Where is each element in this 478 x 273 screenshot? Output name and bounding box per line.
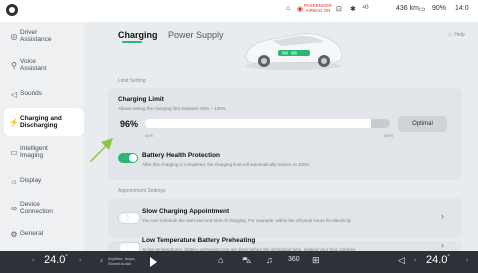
- optimal-button[interactable]: Optimal: [398, 116, 447, 132]
- sidebar-item-general[interactable]: ⚙ General: [0, 220, 84, 248]
- tab-charging[interactable]: Charging: [118, 30, 158, 40]
- temp-decrease-left-icon[interactable]: ‹: [32, 257, 34, 264]
- media-info[interactable]: Anytime, Anyw... Stored Audio: [108, 256, 137, 266]
- low-temp-preheating-title: Low Temperature Battery Preheating: [142, 237, 256, 244]
- home-icon[interactable]: ⌂: [218, 255, 223, 265]
- brand-logo-icon: [6, 4, 18, 16]
- screen: ⌂ ◉ PASSENGER AIRBAG ON ⊡ ✱ ⁴ᴳ 436 km ▭ …: [0, 0, 478, 273]
- car-illustration: [245, 33, 343, 70]
- sidebar-item-device-connection[interactable]: ∞ Device Connection: [0, 194, 84, 222]
- sidebar-item-sounds[interactable]: ◁ Sounds: [0, 80, 84, 108]
- speaker-icon: ◁: [10, 89, 18, 99]
- slow-charging-desc: You can schedule the start and end time …: [142, 218, 352, 223]
- charging-limit-value: 96%: [120, 119, 139, 129]
- main-panel: Charging Power Supply ⓘ Help Limit Setti…: [108, 22, 478, 255]
- lock-icon: ⌂: [286, 5, 291, 12]
- sidebar-item-voice-assistant[interactable]: ⚲ Voice Assistant: [0, 51, 84, 79]
- car-status-icon: ⊡: [336, 6, 342, 13]
- left-temperature[interactable]: 24.0°: [44, 254, 68, 266]
- clock: 14:0: [455, 5, 469, 12]
- battery-health-title: Battery Health Protection: [142, 152, 221, 159]
- charging-limit-slider[interactable]: [145, 119, 390, 128]
- help-link[interactable]: ⓘ Help: [448, 31, 465, 38]
- music-note-icon: ♪: [100, 258, 103, 264]
- apps-grid-icon[interactable]: ⊞: [312, 255, 320, 266]
- tab-active-indicator: [122, 41, 142, 43]
- camera-icon: ▭: [10, 147, 18, 157]
- sidebar: ◎ Driver Assistance ⚲ Voice Assistant ◁ …: [0, 22, 84, 251]
- slider-max-label: 100%: [383, 133, 394, 138]
- slider-end-segment: [371, 119, 390, 128]
- slider-min-label: 50%: [145, 133, 154, 138]
- sidebar-item-charging-and-discharging[interactable]: ⚡ Charging and Discharging: [4, 108, 84, 136]
- bluetooth-icon: ✱: [350, 6, 356, 13]
- gear-icon: ⚙: [10, 229, 18, 239]
- slow-charging-title: Slow Charging Appointment: [142, 208, 230, 215]
- play-icon[interactable]: [150, 257, 157, 267]
- sun-icon: ☼: [10, 176, 18, 186]
- airbag-status: PASSENGER AIRBAG ON: [304, 3, 332, 13]
- slow-charging-toggle[interactable]: [118, 212, 140, 224]
- status-bar: ⌂ ◉ PASSENGER AIRBAG ON ⊡ ✱ ⁴ᴳ 436 km ▭ …: [0, 0, 478, 22]
- airbag-warning-icon: ◉: [297, 6, 304, 13]
- microphone-icon: ⚲: [11, 60, 17, 70]
- temp-increase-right-icon[interactable]: ›: [466, 257, 468, 264]
- chevron-right-icon[interactable]: ›: [441, 240, 444, 250]
- toggle-knob: [129, 154, 137, 162]
- car-icon[interactable]: ⛍: [242, 255, 251, 267]
- link-icon: ∞: [11, 203, 17, 213]
- slider-fill: [145, 119, 371, 128]
- fan-360-icon[interactable]: 360: [288, 256, 300, 263]
- volume-icon[interactable]: ◁: [398, 255, 405, 266]
- limit-setting-section-title: Limit Setting: [118, 78, 146, 84]
- plug-icon: ⚡: [9, 117, 19, 127]
- steering-wheel-icon: ◎: [10, 31, 18, 41]
- range-value: 436 km: [396, 5, 419, 12]
- sidebar-item-driver-assistance[interactable]: ◎ Driver Assistance: [0, 22, 84, 50]
- charging-limit-title: Charging Limit: [118, 96, 164, 103]
- battery-health-desc: After this charging is completed, the ch…: [142, 162, 310, 167]
- charging-limit-subtitle: Allows setting the charging limit betwee…: [118, 106, 226, 111]
- appointment-section-title: Appointment Settings: [118, 188, 166, 194]
- tab-power-supply[interactable]: Power Supply: [168, 30, 224, 40]
- music-icon[interactable]: ♫: [266, 255, 273, 265]
- annotation-arrow-icon: [90, 138, 113, 162]
- bottom-bar: ‹ 24.0° › ♪ Anytime, Anyw... Stored Audi…: [0, 251, 478, 273]
- charging-icon: ▭: [419, 6, 426, 13]
- sidebar-item-intelligent-imaging[interactable]: ▭ Intelligent Imaging: [0, 138, 84, 166]
- battery-percent: 90%: [432, 5, 447, 12]
- toggle-knob: [120, 214, 128, 222]
- signal-icon: ⁴ᴳ: [362, 5, 369, 12]
- temp-increase-left-icon[interactable]: ›: [79, 257, 81, 264]
- temp-decrease-right-icon[interactable]: ‹: [414, 257, 416, 264]
- right-temperature[interactable]: 24.0°: [426, 254, 450, 266]
- sidebar-item-display[interactable]: ☼ Display: [0, 167, 84, 195]
- battery-health-toggle[interactable]: [118, 153, 138, 163]
- chevron-right-icon[interactable]: ›: [441, 211, 444, 221]
